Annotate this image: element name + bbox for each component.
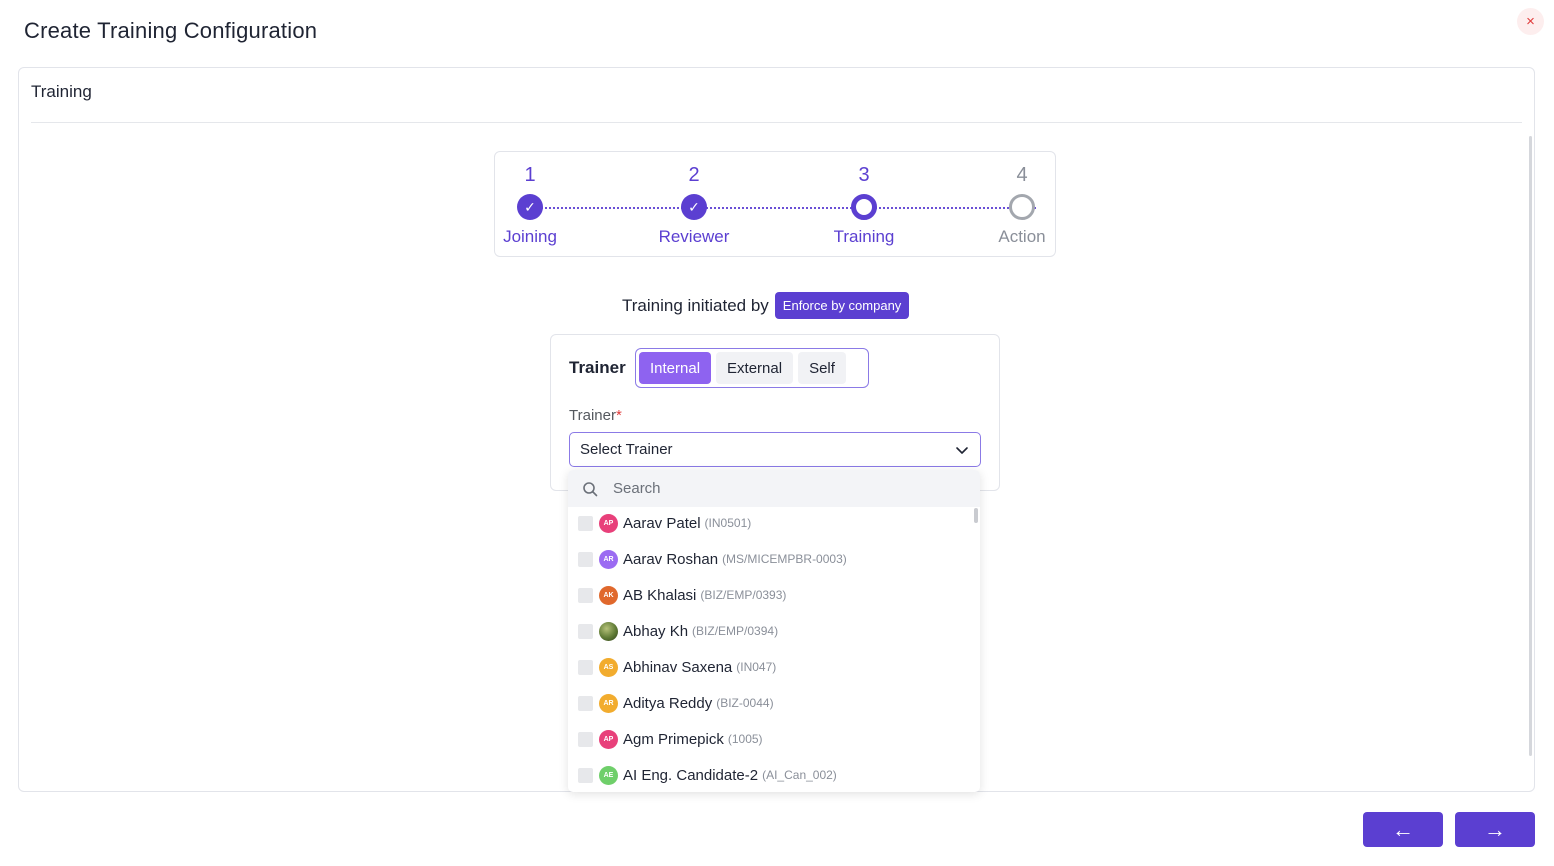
stepper: 1 ✓ Joining 2 ✓ Reviewer 3 Training 4 Ac… <box>494 151 1056 257</box>
checkbox[interactable] <box>578 551 593 567</box>
checkbox[interactable] <box>578 767 593 783</box>
close-button[interactable]: × <box>1517 8 1544 35</box>
trainer-name: AI Eng. Candidate-2 <box>623 766 759 784</box>
trainer-list-item[interactable]: Abhay Kh (BIZ/EMP/0394) <box>568 613 980 649</box>
avatar: AR <box>599 549 618 569</box>
checkbox[interactable] <box>578 659 593 675</box>
checkbox[interactable] <box>578 695 593 711</box>
trainer-name: Aditya Reddy <box>623 694 713 712</box>
trainer-name: AB Khalasi <box>623 586 697 604</box>
trainer-panel: Trainer Internal External Self Trainer* … <box>550 334 1000 491</box>
step-3-current-icon[interactable] <box>851 194 877 220</box>
dropdown-search <box>568 470 980 507</box>
step-2-label: Reviewer <box>658 227 730 246</box>
trainer-name: Abhinav Saxena <box>623 658 733 676</box>
step-4-pending-icon[interactable] <box>1009 194 1035 220</box>
trainer-list-item[interactable]: AR Aditya Reddy (BIZ-0044) <box>568 685 980 721</box>
card-divider <box>31 122 1522 123</box>
avatar: AS <box>599 657 618 677</box>
step-connector <box>530 207 694 209</box>
training-config-modal: Create Training Configuration × Training… <box>0 0 1554 866</box>
step-2-check-icon[interactable]: ✓ <box>681 194 707 220</box>
trainer-list-item[interactable]: AS Abhinav Saxena (IN047) <box>568 649 980 685</box>
trainer-list-item[interactable]: AP Agm Primepick (1005) <box>568 721 980 757</box>
checkbox[interactable] <box>578 587 593 603</box>
trainer-field-label-text: Trainer <box>569 407 616 424</box>
step-1-check-icon[interactable]: ✓ <box>517 194 543 220</box>
trainer-name: Agm Primepick <box>623 730 724 748</box>
trainer-code: (AI_Can_002) <box>762 768 837 782</box>
trainer-code: (1005) <box>727 732 763 746</box>
trainer-list: AP Aarav Patel (IN0501) AR Aarav Roshan … <box>568 505 980 792</box>
trainer-title: Trainer <box>569 358 626 377</box>
trainer-name: Aarav Roshan <box>623 550 719 568</box>
next-button[interactable]: → <box>1455 812 1535 847</box>
trainer-name: Aarav Patel <box>623 514 701 532</box>
step-connector <box>694 207 864 209</box>
avatar: AE <box>599 765 618 785</box>
trainer-code: (IN0501) <box>704 516 752 530</box>
modal-title: Create Training Configuration <box>24 18 318 43</box>
training-initiated-row: Training initiated by Enforce by company <box>622 292 910 319</box>
trainer-code: (BIZ-0044) <box>716 696 774 710</box>
enforce-badge: Enforce by company <box>774 292 910 319</box>
step-1-number: 1 <box>524 164 536 186</box>
checkbox[interactable] <box>578 731 593 747</box>
trainer-option-external[interactable]: External <box>716 352 794 384</box>
trainer-code: (MS/MICEMPBR-0003) <box>722 552 847 566</box>
step-3-number: 3 <box>858 164 870 186</box>
trainer-list-item[interactable]: AP Aarav Patel (IN0501) <box>568 505 980 541</box>
avatar-photo <box>599 621 618 641</box>
trainer-name: Abhay Kh <box>623 622 689 640</box>
trainer-list-item[interactable]: AK AB Khalasi (BIZ/EMP/0393) <box>568 577 980 613</box>
step-4-label: Action <box>998 227 1046 246</box>
trainer-dropdown: AP Aarav Patel (IN0501) AR Aarav Roshan … <box>568 470 980 792</box>
step-2-number: 2 <box>688 164 700 186</box>
trainer-select-value: Select Trainer <box>580 441 673 458</box>
trainer-type-toggle: Internal External Self <box>635 348 869 388</box>
trainer-code: (BIZ/EMP/0394) <box>692 624 779 638</box>
step-1-label: Joining <box>503 227 557 246</box>
search-input[interactable] <box>613 480 933 497</box>
trainer-code: (BIZ/EMP/0393) <box>700 588 787 602</box>
chevron-down-icon <box>956 447 968 454</box>
required-mark: * <box>615 407 622 424</box>
trainer-option-internal[interactable]: Internal <box>639 352 712 384</box>
trainer-select[interactable]: Select Trainer <box>569 432 981 467</box>
initiated-label: Training initiated by <box>622 295 769 315</box>
checkbox[interactable] <box>578 623 593 639</box>
step-4-number: 4 <box>1016 164 1028 186</box>
search-icon <box>583 481 598 496</box>
trainer-list-item[interactable]: AE AI Eng. Candidate-2 (AI_Can_002) <box>568 757 980 792</box>
arrow-left-icon: ← <box>1392 816 1414 842</box>
checkbox[interactable] <box>578 515 593 531</box>
avatar: AP <box>599 729 618 749</box>
avatar: AP <box>599 513 618 533</box>
card-scrollbar[interactable] <box>1529 136 1532 756</box>
trainer-list-item[interactable]: AR Aarav Roshan (MS/MICEMPBR-0003) <box>568 541 980 577</box>
trainer-code: (IN047) <box>736 660 777 674</box>
back-button[interactable]: ← <box>1363 812 1443 847</box>
avatar: AK <box>599 585 618 605</box>
avatar: AR <box>599 693 618 713</box>
arrow-right-icon: → <box>1484 816 1506 842</box>
step-3-label: Training <box>833 227 895 246</box>
card-header: Training <box>31 82 92 101</box>
close-icon: × <box>1526 13 1535 30</box>
trainer-field-label: Trainer* <box>569 407 622 424</box>
trainer-option-self[interactable]: Self <box>798 352 846 384</box>
